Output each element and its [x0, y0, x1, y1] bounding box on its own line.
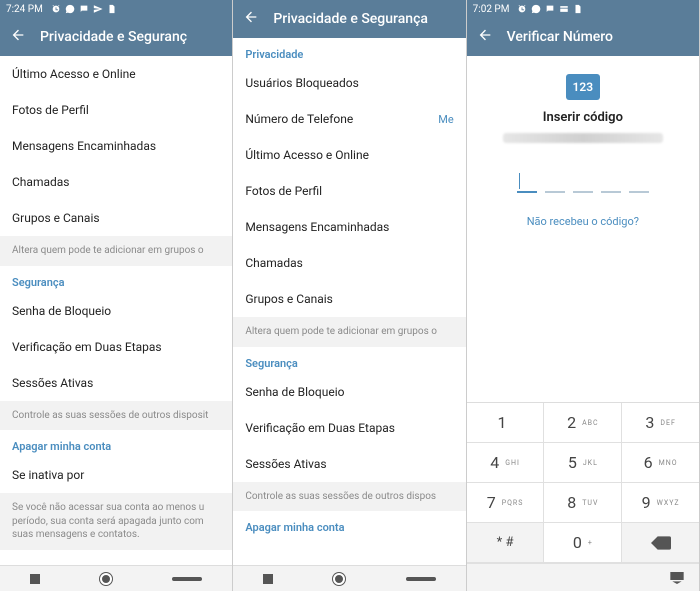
key-backspace[interactable]: [622, 523, 699, 563]
item-blocked-users[interactable]: Usuários Bloqueados: [233, 65, 465, 101]
code-digit-1[interactable]: [517, 171, 537, 193]
whatsapp-icon: [531, 4, 541, 14]
item-calls[interactable]: Chamadas: [0, 164, 232, 200]
app-header: Privacidade e Segurança: [233, 0, 465, 38]
item-calls[interactable]: Chamadas: [233, 245, 465, 281]
key-star-hash[interactable]: * #: [467, 523, 545, 563]
item-forwarded-messages[interactable]: Mensagens Encaminhadas: [233, 209, 465, 245]
sms-code-icon: 123: [566, 74, 600, 100]
keypad-bottom-bar: [467, 563, 699, 591]
item-profile-photos[interactable]: Fotos de Perfil: [0, 92, 232, 128]
send-icon: [93, 4, 103, 14]
privacy-hint: Altera quem pode te adicionar em grupos …: [0, 236, 232, 266]
section-delete-account: Apagar minha conta: [0, 430, 232, 457]
sim-icon: [107, 4, 117, 14]
back-button[interactable]: [243, 9, 259, 29]
key-3[interactable]: 3DEF: [622, 403, 699, 443]
phone-number-value: Me: [438, 113, 453, 126]
code-digit-3[interactable]: [573, 171, 593, 193]
key-5[interactable]: 5JKL: [544, 443, 622, 483]
verify-body: 123 Inserir código Não recebeu o código?: [467, 56, 699, 402]
security-hint: Controle as suas sessões de outros dispo…: [0, 401, 232, 431]
insert-code-label: Inserir código: [543, 110, 623, 125]
back-button[interactable]: [477, 27, 493, 47]
alarm-icon: [517, 4, 527, 14]
code-digit-2[interactable]: [545, 171, 565, 193]
section-privacy: Privacidade: [233, 38, 465, 65]
status-bar: 7:24 PM: [0, 0, 232, 18]
key-1[interactable]: 1: [467, 403, 545, 443]
item-active-sessions[interactable]: Sessões Ativas: [233, 446, 465, 482]
nav-recents-icon[interactable]: [263, 574, 273, 584]
delete-hint: Se você não acessar sua conta ao menos u…: [0, 493, 232, 550]
status-bar: 7:02 PM: [467, 0, 699, 18]
app-header: Verificar Número: [467, 18, 699, 56]
item-two-step[interactable]: Verificação em Duas Etapas: [0, 329, 232, 365]
android-nav-bar: [0, 565, 232, 591]
status-time: 7:02 PM: [473, 4, 510, 15]
nav-back-pill[interactable]: [406, 577, 436, 581]
nav-home-icon[interactable]: [333, 573, 345, 585]
content-scroll[interactable]: Último Acesso e Online Fotos de Perfil M…: [0, 56, 232, 565]
key-0[interactable]: 0+: [544, 523, 622, 563]
nav-back-pill[interactable]: [172, 577, 202, 581]
status-time: 7:24 PM: [6, 4, 43, 15]
phone-number-blurred: [503, 133, 663, 143]
privacy-hint: Altera quem pode te adicionar em grupos …: [233, 317, 465, 347]
item-passcode-lock[interactable]: Senha de Bloqueio: [0, 293, 232, 329]
whatsapp-icon: [65, 4, 75, 14]
item-two-step[interactable]: Verificação em Duas Etapas: [233, 410, 465, 446]
card-icon: [559, 4, 569, 14]
key-7[interactable]: 7PQRS: [467, 483, 545, 523]
item-passcode-lock[interactable]: Senha de Bloqueio: [233, 374, 465, 410]
header-title: Privacidade e Seguranç: [40, 29, 187, 45]
item-last-seen[interactable]: Último Acesso e Online: [233, 137, 465, 173]
item-groups-channels[interactable]: Grupos e Canais: [233, 281, 465, 317]
header-title: Privacidade e Segurança: [273, 11, 428, 27]
section-delete-account: Apagar minha conta: [233, 511, 465, 538]
phone-privacy-security-full: Privacidade e Segurança Privacidade Usuá…: [233, 0, 466, 591]
key-9[interactable]: 9WXYZ: [622, 483, 699, 523]
sim-icon: [573, 4, 583, 14]
key-6[interactable]: 6MNO: [622, 443, 699, 483]
security-hint: Controle as suas sessões de outros dispo…: [233, 482, 465, 512]
android-nav-bar: [233, 565, 465, 591]
key-4[interactable]: 4GHI: [467, 443, 545, 483]
section-security: Segurança: [0, 266, 232, 293]
key-8[interactable]: 8TUV: [544, 483, 622, 523]
item-profile-photos[interactable]: Fotos de Perfil: [233, 173, 465, 209]
message-icon: [79, 4, 89, 14]
code-digit-4[interactable]: [601, 171, 621, 193]
item-active-sessions[interactable]: Sessões Ativas: [0, 365, 232, 401]
phone-privacy-security-detail: 7:24 PM Privacidade e Seguranç Último Ac…: [0, 0, 233, 591]
nav-home-icon[interactable]: [100, 573, 112, 585]
keyboard-hide-icon[interactable]: [669, 572, 685, 584]
item-forwarded-messages[interactable]: Mensagens Encaminhadas: [0, 128, 232, 164]
nav-recents-icon[interactable]: [30, 574, 40, 584]
content-scroll[interactable]: Privacidade Usuários Bloqueados Número d…: [233, 38, 465, 565]
resend-code-link[interactable]: Não recebeu o código?: [527, 215, 639, 228]
code-digit-5[interactable]: [629, 171, 649, 193]
code-input-group[interactable]: [517, 171, 649, 193]
item-inactive-for[interactable]: Se inativa por: [0, 457, 232, 493]
numeric-keypad: 1 2ABC 3DEF 4GHI 5JKL 6MNO 7PQRS 8TUV 9W…: [467, 402, 699, 591]
key-2[interactable]: 2ABC: [544, 403, 622, 443]
back-button[interactable]: [10, 27, 26, 47]
alarm-icon: [51, 4, 61, 14]
phone-verify-number: 7:02 PM Verificar Número 123 Inserir cód…: [467, 0, 700, 591]
message-icon: [545, 4, 555, 14]
backspace-icon: [651, 536, 671, 550]
section-security: Segurança: [233, 347, 465, 374]
header-title: Verificar Número: [507, 29, 613, 45]
item-phone-number[interactable]: Número de TelefoneMe: [233, 101, 465, 137]
item-groups-channels[interactable]: Grupos e Canais: [0, 200, 232, 236]
app-header: Privacidade e Seguranç: [0, 18, 232, 56]
item-last-seen[interactable]: Último Acesso e Online: [0, 56, 232, 92]
